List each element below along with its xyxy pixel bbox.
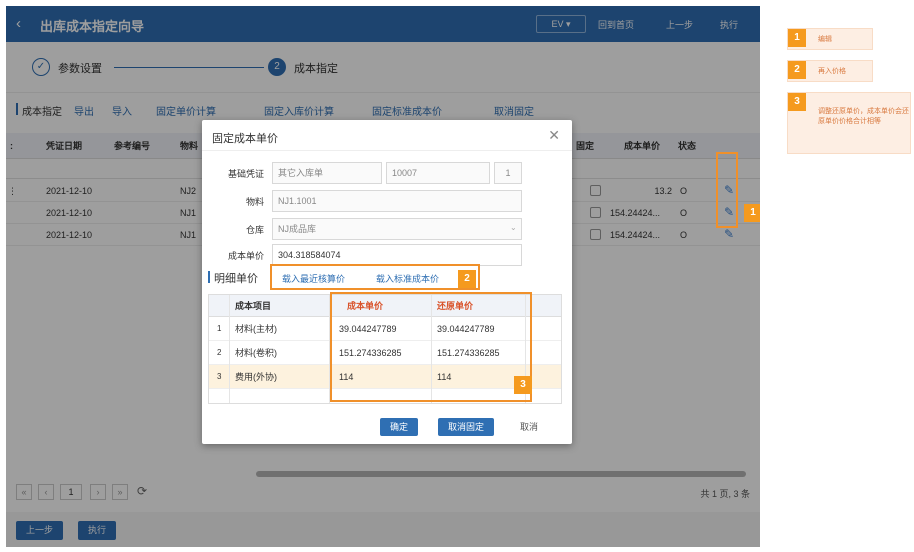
warehouse-row: 仓库 NJ成品库 ⌄ <box>202 218 572 240</box>
annotation-badge-2: 2 <box>458 270 476 288</box>
material-field[interactable]: NJ1.1001 <box>272 190 522 212</box>
unit-cost-field[interactable]: 304.318584074 <box>272 244 522 266</box>
note-text-2: 再入价格 <box>818 68 846 75</box>
annotation-box-load <box>270 264 480 290</box>
annotation-box-edit <box>716 152 738 228</box>
voucher-type-field[interactable]: 其它入库单 <box>272 162 382 184</box>
annotation-notes: 1 编辑 2 再入价格 3 调整还原单价，成本单价会还原单价价格合计相等 <box>787 0 914 552</box>
close-icon[interactable]: ✕ <box>548 127 560 144</box>
note-badge-2: 2 <box>788 61 806 79</box>
voucher-label: 基础凭证 <box>227 169 264 179</box>
wizard-window: ‹ 出库成本指定向导 EV ▾ 回到首页 上一步 执行 ✓ 参数设置 2 成本指… <box>6 6 760 547</box>
row-index: 2 <box>217 348 222 357</box>
note-3: 3 调整还原单价，成本单价会还原单价价格合计相等 <box>787 92 911 154</box>
note-text-1: 编辑 <box>818 36 832 43</box>
row-index: 1 <box>217 324 222 333</box>
annotation-box-detail <box>330 292 532 402</box>
annotation-badge-1: 1 <box>744 204 760 222</box>
confirm-button[interactable]: 确定 <box>380 418 419 436</box>
section-marker <box>208 271 210 283</box>
chevron-down-icon: ⌄ <box>510 223 517 232</box>
dialog-title: 固定成本单价 <box>212 133 278 145</box>
cancel-button[interactable]: 取消 <box>510 418 548 436</box>
header-cost-item: 成本项目 <box>235 301 272 311</box>
detail-section-title: 明细单价 <box>208 270 258 286</box>
dialog-divider <box>202 150 572 151</box>
unfix-button[interactable]: 取消固定 <box>438 418 495 436</box>
annotation-badge-3: 3 <box>514 376 532 394</box>
voucher-no-field[interactable]: 10007 <box>386 162 490 184</box>
note-badge-3: 3 <box>788 93 806 111</box>
note-text-3: 调整还原单价，成本单价会还原单价价格合计相等 <box>818 108 909 125</box>
voucher-line-field[interactable]: 1 <box>494 162 522 184</box>
material-row: 物料 NJ1.1001 <box>202 190 572 212</box>
row-cost-item: 材料(卷积) <box>235 348 277 358</box>
warehouse-select[interactable]: NJ成品库 <box>272 218 522 240</box>
note-2: 2 再入价格 <box>787 60 873 82</box>
row-index: 3 <box>217 372 222 381</box>
warehouse-label: 仓库 <box>245 225 264 235</box>
note-badge-1: 1 <box>788 29 806 47</box>
material-label: 物料 <box>245 197 264 207</box>
column-divider <box>229 295 230 403</box>
note-1: 1 编辑 <box>787 28 873 50</box>
unit-cost-row: 成本单价 304.318584074 <box>202 244 572 266</box>
detail-title: 明细单价 <box>214 273 258 285</box>
unit-cost-label: 成本单价 <box>227 251 264 261</box>
row-cost-item: 费用(外协) <box>235 372 277 382</box>
voucher-row: 基础凭证 其它入库单 10007 1 <box>202 162 572 184</box>
row-cost-item: 材料(主材) <box>235 324 277 334</box>
